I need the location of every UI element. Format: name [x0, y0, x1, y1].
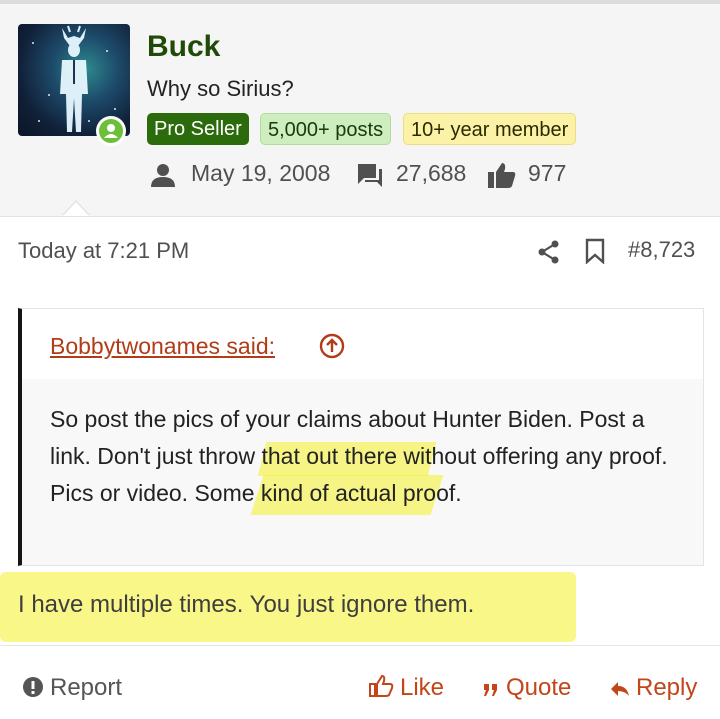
- quote-icon: [484, 684, 497, 696]
- report-button[interactable]: Report: [22, 674, 122, 702]
- badge-pro-seller: Pro Seller: [147, 113, 249, 145]
- report-label: Report: [50, 674, 123, 701]
- user-title: Why so Sirius?: [147, 76, 294, 101]
- quote-text: So post the pics of your claims about Hu…: [50, 406, 668, 506]
- post-timestamp[interactable]: Today at 7:21 PM: [18, 238, 189, 264]
- quote-author-link[interactable]: Bobbytwonames said:: [50, 333, 275, 360]
- quote-label: Quote: [506, 674, 572, 701]
- post-body-text: I have multiple times. You just ignore t…: [18, 591, 475, 618]
- alert-icon: [23, 677, 43, 697]
- reply-button[interactable]: Reply: [610, 674, 697, 702]
- username[interactable]: Buck: [147, 30, 220, 64]
- post-number[interactable]: #8,723: [628, 237, 695, 263]
- badge-member-years: 10+ year member: [403, 113, 577, 145]
- reply-label: Reply: [636, 674, 698, 701]
- bookmark-icon[interactable]: [585, 238, 605, 264]
- thumbs-up-outline-icon: [369, 674, 394, 697]
- online-status-indicator: [96, 116, 126, 146]
- quote-button[interactable]: Quote: [482, 674, 571, 702]
- user-icon: [104, 124, 118, 138]
- reaction-score: 977: [528, 160, 567, 186]
- like-label: Like: [400, 674, 445, 701]
- jump-to-quote-icon[interactable]: [319, 333, 345, 359]
- join-date: May 19, 2008: [191, 160, 331, 186]
- like-button[interactable]: Like: [368, 674, 444, 702]
- message-count: 27,688: [396, 160, 467, 186]
- quote-block: Bobbytwonames said: So post the pics of …: [18, 308, 704, 566]
- reply-arrow-icon: [611, 682, 629, 696]
- messages-icon: [358, 164, 382, 187]
- user-icon: [151, 164, 175, 187]
- badge-posts: 5,000+ posts: [260, 113, 392, 145]
- actions-divider: [0, 645, 720, 646]
- thumbs-up-icon: [488, 163, 516, 188]
- user-info-bar: Buck Why so Sirius? Pro Seller 5,000+ po…: [0, 4, 720, 217]
- share-icon[interactable]: [538, 240, 560, 264]
